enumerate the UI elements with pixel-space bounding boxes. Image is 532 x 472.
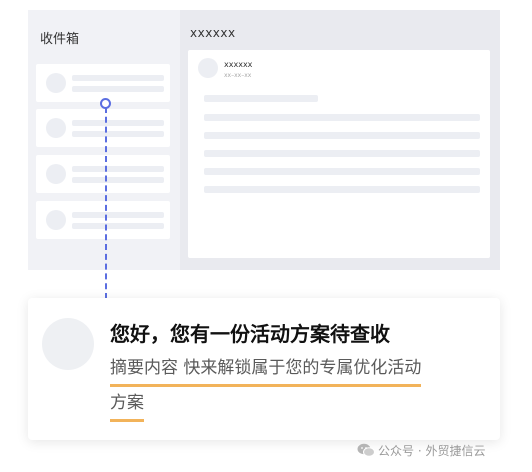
mail-content-panel: xxxxxx xx–xx–xx [188, 50, 490, 258]
mail-list-item[interactable] [36, 201, 170, 239]
wechat-icon [357, 443, 375, 457]
placeholder-line [204, 150, 480, 157]
placeholder-line [72, 131, 164, 137]
watermark-text: 公众号 · 外贸捷信云 [378, 444, 486, 458]
placeholder-line [72, 75, 164, 81]
mail-list-item[interactable] [36, 155, 170, 193]
avatar [46, 118, 66, 138]
summary-line: 方案 [110, 387, 144, 422]
placeholder-line [204, 132, 480, 139]
placeholder-line [72, 223, 164, 229]
summary-line: 摘要内容 快来解锁属于您的专属优化活动 [110, 352, 422, 387]
mail-list-item[interactable] [36, 109, 170, 147]
sender-date: xx–xx–xx [224, 72, 252, 79]
watermark: 公众号 · 外贸捷信云 [357, 442, 485, 459]
placeholder-line [204, 95, 318, 102]
notification-avatar [42, 318, 94, 370]
placeholder-line [72, 120, 164, 126]
notification-title: 您好，您有一份活动方案待查收 [110, 322, 390, 346]
placeholder-line [72, 86, 164, 92]
notification-summary: 摘要内容 快来解锁属于您的专属优化活动 方案 [110, 352, 482, 422]
inbox-sidebar: 收件箱 [28, 10, 178, 270]
placeholder-line [72, 166, 164, 172]
placeholder-line [72, 212, 164, 218]
connector-line [105, 107, 107, 299]
placeholder-line [204, 114, 480, 121]
mail-subject: xxxxxx [190, 26, 236, 40]
notification-card[interactable]: 您好，您有一份活动方案待查收 摘要内容 快来解锁属于您的专属优化活动 方案 [28, 298, 500, 440]
inbox-title: 收件箱 [40, 32, 80, 47]
mail-view: xxxxxx xxxxxx xx–xx–xx [180, 10, 500, 270]
placeholder-line [72, 177, 164, 183]
mail-list-item[interactable] [36, 64, 170, 102]
placeholder-line [204, 168, 480, 175]
avatar [46, 210, 66, 230]
avatar [46, 164, 66, 184]
connector-dot [100, 98, 111, 109]
avatar [46, 73, 66, 93]
sender-avatar [198, 58, 218, 78]
sender-name: xxxxxx [224, 60, 253, 69]
placeholder-line [204, 186, 480, 193]
email-client-mockup: 收件箱 xxxxxx xxxxxx xx–xx–xx [28, 10, 500, 270]
